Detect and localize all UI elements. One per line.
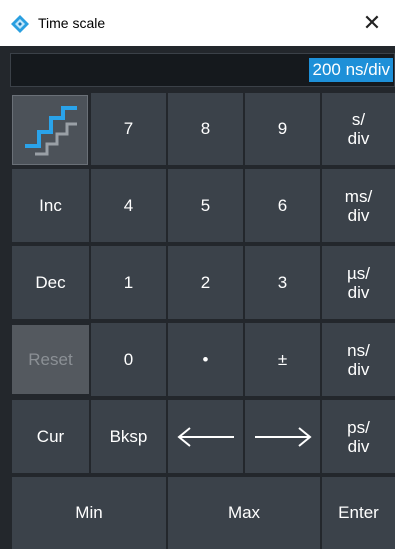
key-2[interactable]: 2 — [168, 246, 243, 319]
unit-ns-div-label: ns/ div — [347, 340, 370, 379]
key-6[interactable]: 6 — [245, 169, 320, 242]
key-8[interactable]: 8 — [168, 93, 243, 165]
unit-s-div-label: s/ div — [347, 110, 370, 148]
cursor-left-button[interactable] — [168, 400, 243, 473]
bksp-button[interactable]: Bksp — [91, 400, 166, 473]
max-button[interactable]: Max — [168, 477, 320, 549]
key-9[interactable]: 9 — [245, 93, 320, 165]
unit-us-div-label: µs/ div — [346, 263, 371, 302]
arrow-right-icon — [254, 426, 312, 447]
dec-button[interactable]: Dec — [12, 246, 89, 319]
step-mode-button[interactable] — [12, 95, 88, 165]
key-1[interactable]: 1 — [91, 246, 166, 319]
cursor-right-button[interactable] — [245, 400, 320, 473]
min-button[interactable]: Min — [12, 477, 166, 549]
key-0[interactable]: 0 — [91, 323, 166, 396]
plus-minus-button[interactable]: ± — [245, 323, 320, 396]
step-icon — [25, 106, 77, 156]
close-button[interactable]: ✕ — [357, 8, 387, 38]
unit-ms-div-button[interactable]: ms/ div — [322, 169, 395, 242]
window-title: Time scale — [38, 15, 106, 31]
cur-button[interactable]: Cur — [12, 400, 89, 473]
app-diamond-icon — [11, 15, 29, 33]
unit-ps-div-button[interactable]: ps/ div — [322, 400, 395, 473]
key-4[interactable]: 4 — [91, 169, 166, 242]
title-bar: Time scale ✕ — [0, 0, 395, 46]
arrow-left-icon — [176, 426, 234, 447]
key-3[interactable]: 3 — [245, 246, 320, 319]
decimal-point-button[interactable]: • — [168, 323, 243, 396]
unit-s-div-button[interactable]: s/ div — [322, 93, 395, 165]
unit-ns-div-button[interactable]: ns/ div — [322, 323, 395, 396]
unit-ps-div-label: ps/ div — [347, 417, 370, 456]
unit-us-div-button[interactable]: µs/ div — [322, 246, 395, 319]
key-5[interactable]: 5 — [168, 169, 243, 242]
enter-button[interactable]: Enter — [322, 477, 395, 549]
reset-button: Reset — [12, 325, 89, 394]
value-display-text: 200 ns/div — [308, 58, 393, 82]
key-7[interactable]: 7 — [91, 93, 166, 165]
unit-ms-div-label: ms/ div — [344, 186, 373, 225]
inc-button[interactable]: Inc — [12, 169, 89, 242]
value-display[interactable]: 200 ns/div — [10, 53, 395, 87]
keypad-panel: 200 ns/div 7 8 9 s/ div Inc 4 5 6 ms/ di… — [0, 46, 395, 549]
